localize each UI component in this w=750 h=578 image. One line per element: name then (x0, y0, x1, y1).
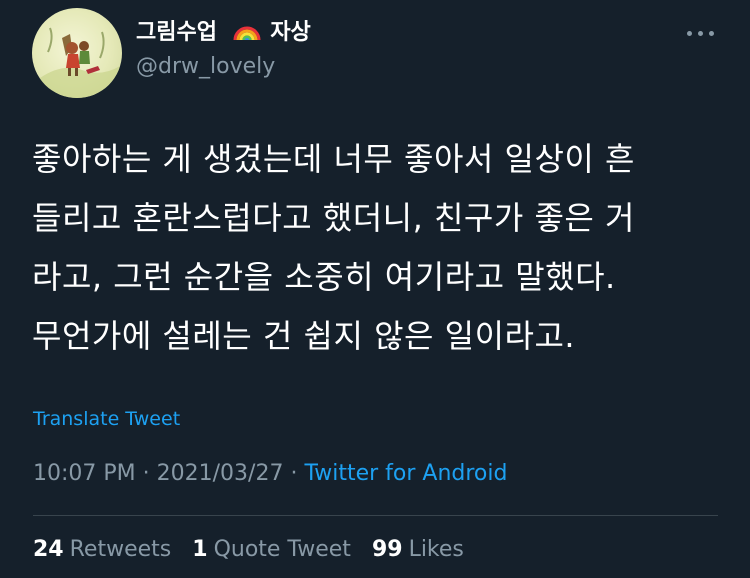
divider (33, 515, 718, 516)
avatar-illustration (32, 27, 120, 98)
tweet-text-line: 라고, 그런 순간을 소중히 여기라고 말했다. (32, 258, 616, 296)
more-options-icon[interactable] (684, 29, 716, 39)
tweet-source-link[interactable]: Twitter for Android (304, 461, 507, 486)
meta-separator: · (135, 461, 157, 486)
tweet-text-line: 좋아하는 게 생겼는데 너무 좋아서 일상이 흔 (32, 140, 635, 178)
quote-tweets-stat[interactable]: 1 Quote Tweet (192, 537, 351, 562)
tweet-date[interactable]: 2021/03/27 (157, 461, 284, 486)
tweet-card: 그림수업 자상 @drw_lovely 좋아하는 게 생겼는데 너무 좋아서 일… (0, 0, 750, 578)
tweet-text-line: 들리고 혼란스럽다고 했더니, 친구가 좋은 거 (32, 199, 635, 237)
quote-tweets-count: 1 (192, 537, 208, 562)
likes-count: 99 (371, 537, 403, 562)
translate-tweet-link[interactable]: Translate Tweet (33, 405, 180, 433)
retweets-label: Retweets (69, 537, 172, 562)
tweet-text-line: 무언가에 설레는 건 쉽지 않은 일이라고. (32, 317, 576, 355)
likes-stat[interactable]: 99 Likes (372, 537, 464, 562)
display-name[interactable]: 그림수업 자상 (136, 18, 311, 51)
username[interactable]: @drw_lovely (136, 52, 275, 82)
tweet-meta: 10:07 PM · 2021/03/27 · Twitter for Andr… (33, 459, 507, 489)
quote-tweets-label: Quote Tweet (213, 537, 351, 562)
tweet-time[interactable]: 10:07 PM (33, 461, 136, 486)
rainbow-icon (233, 20, 261, 51)
display-name-suffix: 자상 (270, 20, 311, 45)
tweet-stats: 24 Retweets 1 Quote Tweet 99 Likes (33, 535, 478, 565)
avatar[interactable] (32, 8, 122, 98)
retweets-count: 24 (33, 537, 64, 562)
tweet-text: 좋아하는 게 생겼는데 너무 좋아서 일상이 흔 들리고 혼란스럽다고 했더니,… (32, 130, 722, 366)
retweets-stat[interactable]: 24 Retweets (33, 537, 171, 562)
likes-label: Likes (408, 537, 464, 562)
display-name-text: 그림수업 (136, 20, 217, 45)
meta-separator: · (283, 461, 305, 486)
